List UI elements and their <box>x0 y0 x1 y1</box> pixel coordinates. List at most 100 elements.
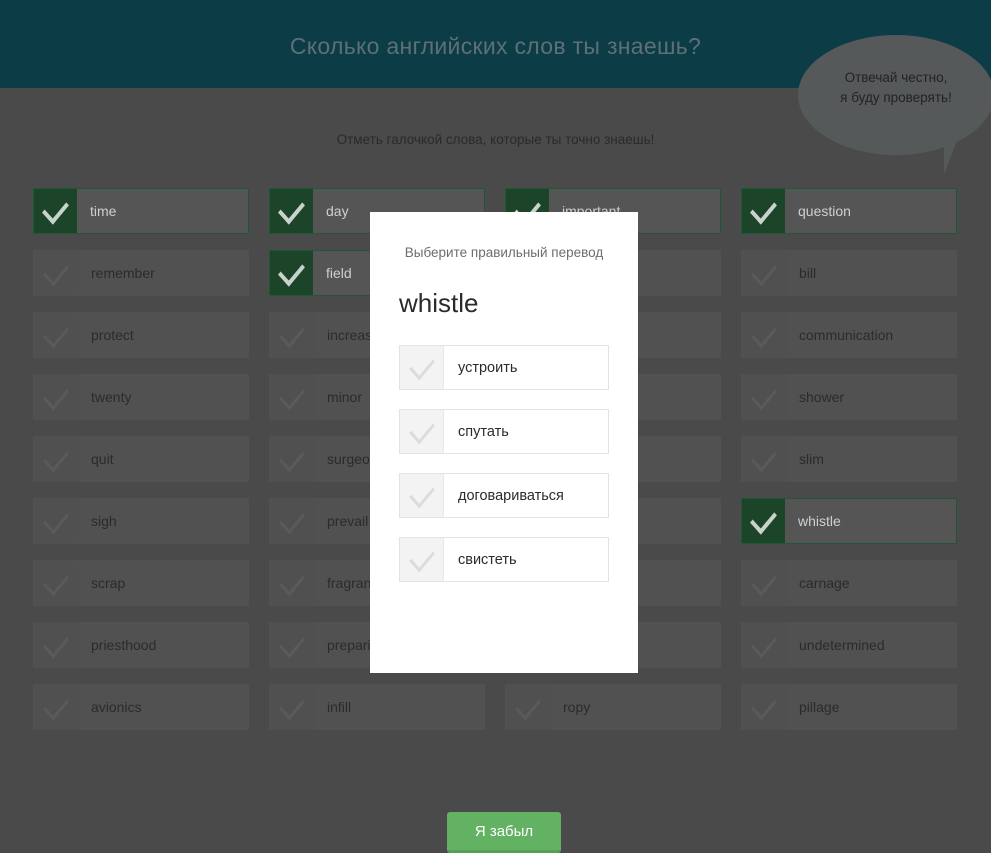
check-icon <box>42 566 69 596</box>
word-checkbox[interactable] <box>270 251 313 295</box>
check-icon <box>514 690 541 720</box>
speech-bubble-line-2: я буду проверять! <box>840 90 952 105</box>
word-row[interactable]: time <box>33 188 249 234</box>
word-label: twenty <box>78 375 248 419</box>
word-label: communication <box>786 313 956 357</box>
word-row[interactable]: shower <box>741 374 957 420</box>
modal-word: whistle <box>399 288 479 318</box>
word-row[interactable]: communication <box>741 312 957 358</box>
word-checkbox[interactable] <box>34 685 78 729</box>
word-row[interactable]: undetermined <box>741 622 957 668</box>
word-label: time <box>77 189 248 233</box>
word-label: sigh <box>78 499 248 543</box>
word-checkbox[interactable] <box>34 623 78 667</box>
check-icon <box>278 442 305 472</box>
word-row[interactable]: pillage <box>741 684 957 730</box>
check-icon <box>42 690 69 720</box>
check-icon <box>42 380 69 410</box>
check-icon <box>278 690 305 720</box>
check-icon <box>278 628 305 658</box>
word-checkbox[interactable] <box>270 189 313 233</box>
option-label: договариваться <box>458 487 564 504</box>
option-label: свистеть <box>458 551 517 568</box>
word-checkbox[interactable] <box>270 499 314 543</box>
word-checkbox[interactable] <box>34 437 78 481</box>
word-row[interactable]: sigh <box>33 498 249 544</box>
word-checkbox[interactable] <box>270 623 314 667</box>
word-row[interactable]: protect <box>33 312 249 358</box>
check-icon <box>750 256 777 286</box>
check-icon <box>408 542 435 573</box>
word-row[interactable]: scrap <box>33 560 249 606</box>
word-checkbox[interactable] <box>270 313 314 357</box>
forgot-button-wrap: Я забыл <box>370 812 638 853</box>
word-checkbox[interactable] <box>34 189 77 233</box>
check-icon <box>750 628 777 658</box>
check-icon <box>278 193 305 225</box>
word-row[interactable]: bill <box>741 250 957 296</box>
word-checkbox[interactable] <box>742 499 785 543</box>
option-row[interactable]: устроить <box>399 345 609 390</box>
word-row[interactable]: priesthood <box>33 622 249 668</box>
word-row[interactable]: remember <box>33 250 249 296</box>
word-checkbox[interactable] <box>34 313 78 357</box>
word-checkbox[interactable] <box>742 189 785 233</box>
check-icon <box>278 318 305 348</box>
word-checkbox[interactable] <box>742 561 786 605</box>
word-label: carnage <box>786 561 956 605</box>
check-icon <box>750 193 777 225</box>
word-checkbox[interactable] <box>34 251 78 295</box>
word-label: quit <box>78 437 248 481</box>
word-checkbox[interactable] <box>270 685 314 729</box>
forgot-button[interactable]: Я забыл <box>447 812 561 853</box>
check-icon <box>408 350 435 381</box>
word-label: remember <box>78 251 248 295</box>
word-checkbox[interactable] <box>270 375 314 419</box>
word-row[interactable]: whistle <box>741 498 957 544</box>
word-checkbox[interactable] <box>742 685 786 729</box>
word-checkbox[interactable] <box>34 561 78 605</box>
word-checkbox[interactable] <box>742 251 786 295</box>
option-checkbox[interactable] <box>400 410 444 453</box>
check-icon <box>750 690 777 720</box>
check-icon <box>750 380 777 410</box>
speech-bubble: Отвечай честно, я буду проверять! <box>798 35 991 155</box>
word-row[interactable]: twenty <box>33 374 249 420</box>
word-checkbox[interactable] <box>742 375 786 419</box>
check-icon <box>750 318 777 348</box>
option-checkbox[interactable] <box>400 346 444 389</box>
translation-modal: Выберите правильный перевод whistle устр… <box>370 212 638 853</box>
option-row[interactable]: договариваться <box>399 473 609 518</box>
word-checkbox[interactable] <box>34 499 78 543</box>
option-label: спутать <box>458 423 509 440</box>
word-checkbox[interactable] <box>506 685 550 729</box>
word-checkbox[interactable] <box>34 375 78 419</box>
word-checkbox[interactable] <box>742 313 786 357</box>
word-row[interactable]: question <box>741 188 957 234</box>
word-row[interactable]: ropy <box>505 684 721 730</box>
option-checkbox[interactable] <box>400 474 444 517</box>
word-checkbox[interactable] <box>742 623 786 667</box>
word-row[interactable]: avionics <box>33 684 249 730</box>
word-label: bill <box>786 251 956 295</box>
word-row[interactable]: carnage <box>741 560 957 606</box>
check-icon <box>42 628 69 658</box>
word-checkbox[interactable] <box>270 437 314 481</box>
check-icon <box>750 566 777 596</box>
word-label: whistle <box>785 499 956 543</box>
word-row[interactable]: slim <box>741 436 957 482</box>
word-label: scrap <box>78 561 248 605</box>
check-icon <box>750 442 777 472</box>
check-icon <box>278 255 305 287</box>
option-row[interactable]: свистеть <box>399 537 609 582</box>
check-icon <box>42 193 69 225</box>
word-checkbox[interactable] <box>270 561 314 605</box>
word-row[interactable]: quit <box>33 436 249 482</box>
speech-bubble-line-1: Отвечай честно, <box>844 70 948 85</box>
option-checkbox[interactable] <box>400 538 444 581</box>
check-icon <box>42 256 69 286</box>
check-icon <box>42 442 69 472</box>
word-checkbox[interactable] <box>742 437 786 481</box>
option-row[interactable]: спутать <box>399 409 609 454</box>
word-row[interactable]: infill <box>269 684 485 730</box>
